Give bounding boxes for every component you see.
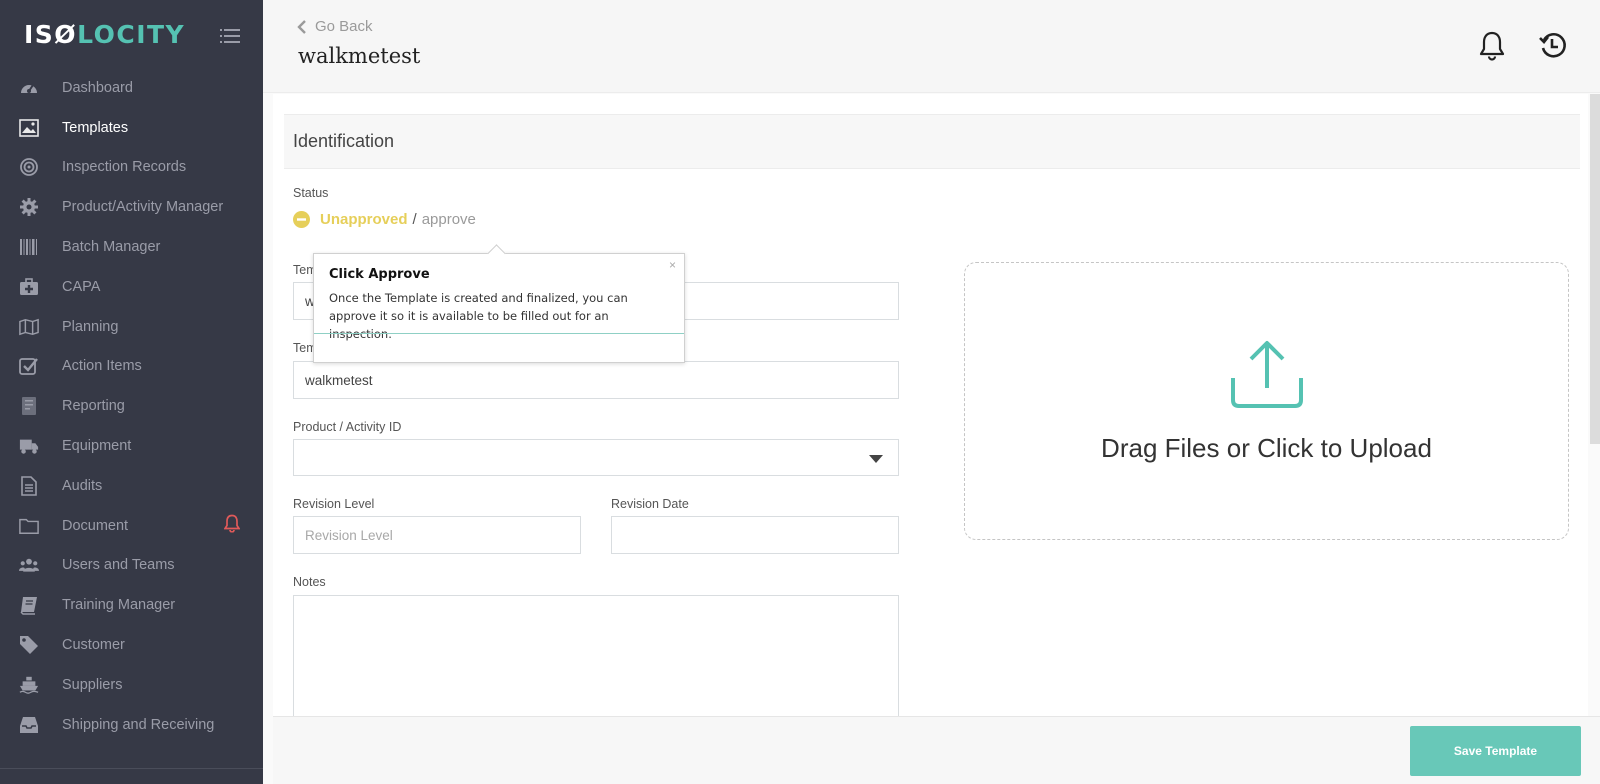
menu-list-icon[interactable] [220, 28, 240, 44]
sidebar-item-templates[interactable]: Templates [0, 108, 263, 148]
sidebar-item-label: Inspection Records [62, 159, 187, 176]
page-footer [273, 716, 1600, 784]
tag-icon [19, 635, 39, 655]
upload-text: Drag Files or Click to Upload [1101, 433, 1432, 463]
status-row: Unapproved / approve [293, 211, 476, 228]
sidebar-item-label: Users and Teams [62, 557, 175, 574]
product-activity-label: Product / Activity ID [293, 420, 402, 434]
sidebar-item-training-manager[interactable]: Training Manager [0, 585, 263, 625]
revision-date-label: Revision Date [611, 497, 689, 511]
sidebar-item-label: Reporting [62, 398, 125, 415]
go-back-link[interactable]: Go Back [297, 18, 373, 35]
history-icon[interactable] [1538, 30, 1570, 62]
sidebar-item-label: Audits [62, 477, 103, 494]
scrollbar[interactable] [1590, 94, 1600, 444]
notes-label: Notes [293, 575, 326, 589]
tooltip-title: Click Approve [329, 267, 430, 282]
sidebar-item-label: Planning [62, 318, 119, 335]
sidebar-item-label: Customer [62, 637, 125, 654]
report-icon [19, 396, 39, 416]
inbox-icon [19, 715, 39, 735]
sidebar-item-label: Equipment [62, 438, 132, 455]
page-header: Go Back walkmetest [263, 0, 1600, 93]
page-title: walkmetest [298, 44, 421, 68]
approve-link[interactable]: approve [422, 211, 476, 228]
sidebar-item-planning[interactable]: Planning [0, 307, 263, 347]
close-icon[interactable]: × [669, 258, 676, 272]
logo-text-white: ISØ [24, 20, 78, 49]
sidebar-item-label: CAPA [62, 278, 101, 295]
notification-bell-icon[interactable] [1476, 30, 1508, 62]
sidebar-nav: Dashboard Templates Inspection Records P… [0, 68, 263, 745]
sidebar-item-label: Training Manager [62, 597, 176, 614]
notes-textarea[interactable] [293, 595, 899, 720]
file-upload-dropzone[interactable]: Drag Files or Click to Upload [964, 262, 1569, 540]
sidebar-divider [0, 768, 263, 769]
walkthrough-tooltip: Click Approve Once the Template is creat… [313, 253, 685, 363]
revision-level-label: Revision Level [293, 497, 375, 511]
revision-date-input[interactable] [611, 516, 899, 554]
revision-level-input[interactable]: Revision Level [293, 516, 581, 554]
gear-icon [19, 197, 39, 217]
sidebar-item-label: Batch Manager [62, 239, 161, 256]
caret-down-icon [869, 455, 883, 463]
truck-icon [19, 436, 39, 456]
ship-icon [19, 675, 39, 695]
app-logo[interactable]: ISØLOCITY [24, 20, 185, 49]
sidebar-item-suppliers[interactable]: Suppliers [0, 665, 263, 705]
sidebar-item-inspection-records[interactable]: Inspection Records [0, 148, 263, 188]
sidebar-item-customer[interactable]: Customer [0, 625, 263, 665]
tooltip-divider [314, 333, 684, 334]
status-separator: / [412, 211, 417, 228]
sidebar-item-label: Product/Activity Manager [62, 199, 224, 216]
medkit-icon [19, 277, 39, 297]
minus-circle-icon [293, 211, 310, 228]
sidebar: ISØLOCITY Dashboard Templates Inspection… [0, 0, 263, 784]
sidebar-item-product-activity-manager[interactable]: Product/Activity Manager [0, 187, 263, 227]
section-title: Identification [293, 131, 395, 151]
sidebar-item-action-items[interactable]: Action Items [0, 347, 263, 387]
sidebar-item-shipping-and-receiving[interactable]: Shipping and Receiving [0, 705, 263, 745]
dashboard-icon [19, 78, 39, 98]
folder-icon [19, 516, 39, 536]
status-label: Status [293, 186, 329, 200]
alert-bell-icon[interactable] [223, 514, 241, 537]
section-header: Identification [284, 114, 1580, 169]
sidebar-item-equipment[interactable]: Equipment [0, 426, 263, 466]
sidebar-item-users-and-teams[interactable]: Users and Teams [0, 546, 263, 586]
sidebar-item-label: Suppliers [62, 676, 123, 693]
tooltip-body: Once the Template is created and finaliz… [329, 291, 628, 341]
sidebar-item-reporting[interactable]: Reporting [0, 386, 263, 426]
sidebar-item-label: Document [62, 517, 129, 534]
book-icon [19, 595, 39, 615]
logo-text-teal: LOCITY [77, 20, 186, 49]
map-icon [19, 317, 39, 337]
image-icon [19, 118, 39, 138]
checkbox-icon [19, 356, 39, 376]
sidebar-item-label: Action Items [62, 358, 142, 375]
product-activity-select[interactable] [293, 439, 899, 476]
sidebar-item-label: Dashboard [62, 79, 133, 96]
sidebar-item-capa[interactable]: CAPA [0, 267, 263, 307]
users-icon [19, 555, 39, 575]
go-back-label: Go Back [315, 18, 373, 35]
sidebar-item-dashboard[interactable]: Dashboard [0, 68, 263, 108]
sidebar-item-label: Templates [62, 119, 129, 136]
document-icon [19, 476, 39, 496]
chevron-left-icon [297, 19, 306, 34]
barcode-icon [19, 237, 39, 257]
upload-icon [1231, 341, 1303, 408]
template-name-field[interactable]: walkmetest [293, 361, 899, 399]
save-template-button[interactable]: Save Template [1410, 726, 1581, 776]
status-value: Unapproved [320, 211, 408, 228]
sidebar-item-label: Shipping and Receiving [62, 716, 215, 733]
sidebar-item-audits[interactable]: Audits [0, 466, 263, 506]
target-icon [19, 157, 39, 177]
sidebar-item-document[interactable]: Document [0, 506, 263, 546]
sidebar-item-batch-manager[interactable]: Batch Manager [0, 227, 263, 267]
